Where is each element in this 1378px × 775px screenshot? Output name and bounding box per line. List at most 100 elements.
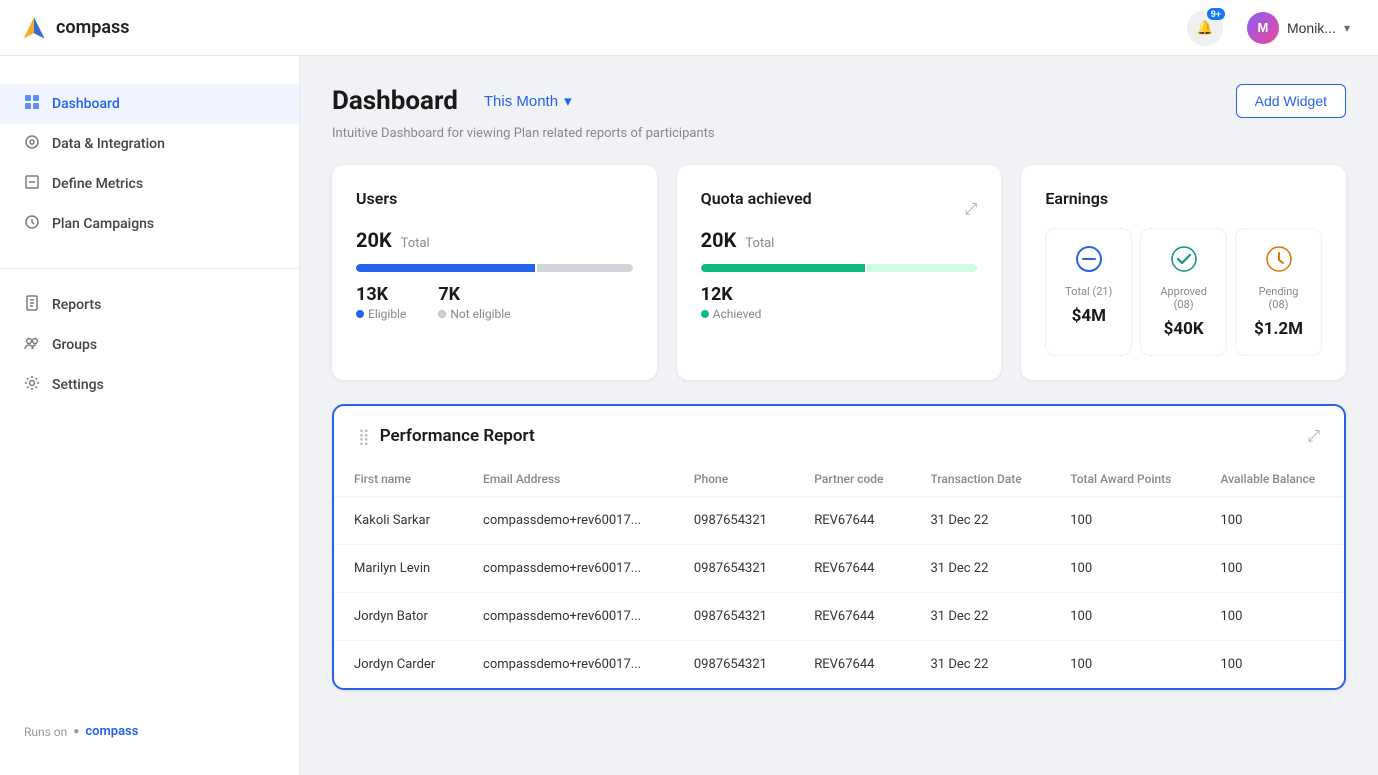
cell-first_name: Marilyn Levin — [334, 545, 463, 593]
achieved-label: Achieved — [701, 307, 762, 321]
define-metrics-icon — [24, 174, 40, 194]
pending-amount: $1.2M — [1248, 319, 1309, 339]
cell-first_name: Kakoli Sarkar — [334, 497, 463, 545]
sidebar-item-label: Dashboard — [52, 96, 120, 112]
cell-balance: 100 — [1200, 545, 1344, 593]
not-eligible-bar — [537, 264, 633, 272]
eligible-dot — [356, 310, 364, 318]
stat-cards-row: Users 20K Total 13K Eligible — [332, 165, 1346, 380]
table-row: Jordyn Cardercompassdemo+rev60017...0987… — [334, 641, 1344, 689]
quota-card-title: Quota achieved — [701, 189, 812, 208]
total-label: Total (21) — [1058, 285, 1119, 298]
dashboard-icon — [24, 94, 40, 114]
earnings-total-item: Total (21) $4M — [1045, 228, 1132, 356]
users-card-title: Users — [356, 189, 633, 208]
perf-title-row: ⣿ Performance Report — [358, 426, 535, 446]
sidebar-section-main: Dashboard Data & Integration Define Metr… — [0, 76, 299, 260]
plan-campaigns-icon — [24, 214, 40, 234]
cell-first_name: Jordyn Carder — [334, 641, 463, 689]
page-title: Dashboard — [332, 86, 458, 116]
logo: compass — [20, 14, 130, 42]
earnings-card: Earnings Total (21) $4M — [1021, 165, 1346, 380]
chevron-down-icon: ▾ — [1344, 21, 1350, 35]
add-widget-button[interactable]: Add Widget — [1236, 84, 1346, 118]
data-integration-icon — [24, 134, 40, 154]
col-balance: Available Balance — [1200, 462, 1344, 497]
not-eligible-num: 7K — [438, 284, 510, 305]
performance-table: First name Email Address Phone Partner c… — [334, 462, 1344, 688]
expand-table-icon[interactable]: ⤢ — [1307, 426, 1320, 446]
quota-total-label: Total — [745, 236, 774, 251]
col-email: Email Address — [463, 462, 674, 497]
app-header: compass 🔔 9+ M Monik... ▾ — [0, 0, 1378, 56]
performance-report-card: ⣿ Performance Report ⤢ First name Email … — [332, 404, 1346, 690]
cell-email: compassdemo+rev60017... — [463, 593, 674, 641]
sidebar-item-dashboard[interactable]: Dashboard — [0, 84, 299, 124]
users-total: 20K — [356, 228, 392, 252]
achieved-bar — [701, 264, 866, 272]
cell-phone: 0987654321 — [674, 497, 794, 545]
sidebar-item-label: Settings — [52, 377, 104, 393]
not-eligible-dot — [438, 310, 446, 318]
total-amount: $4M — [1058, 306, 1119, 326]
users-total-label: Total — [401, 236, 430, 251]
page-header: Dashboard This Month ▾ Add Widget — [332, 84, 1346, 118]
eligible-label: Eligible — [356, 307, 406, 321]
sidebar-item-reports[interactable]: Reports — [0, 285, 299, 325]
user-name: Monik... — [1287, 20, 1336, 36]
performance-table-wrap: First name Email Address Phone Partner c… — [334, 462, 1344, 688]
pending-icon — [1248, 245, 1309, 279]
user-menu-button[interactable]: M Monik... ▾ — [1239, 8, 1358, 48]
main-content: Dashboard This Month ▾ Add Widget Intuit… — [300, 56, 1378, 775]
sidebar-footer: Runs on ● compass — [0, 708, 299, 755]
drag-handle-icon: ⣿ — [358, 427, 370, 446]
table-body: Kakoli Sarkarcompassdemo+rev60017...0987… — [334, 497, 1344, 689]
sidebar-item-settings[interactable]: Settings — [0, 365, 299, 405]
achieved-stat: 12K Achieved — [701, 284, 762, 321]
cell-email: compassdemo+rev60017... — [463, 497, 674, 545]
sidebar-item-groups[interactable]: Groups — [0, 325, 299, 365]
achieved-dot — [701, 310, 709, 318]
sidebar-item-label: Reports — [52, 297, 101, 313]
cell-phone: 0987654321 — [674, 641, 794, 689]
eligible-bar — [356, 264, 535, 272]
not-eligible-stat: 7K Not eligible — [438, 284, 510, 321]
cell-tx_date: 31 Dec 22 — [911, 641, 1051, 689]
cell-balance: 100 — [1200, 641, 1344, 689]
earnings-approved-item: Approved (08) $40K — [1140, 228, 1227, 356]
achieved-num: 12K — [701, 284, 762, 305]
sidebar: Dashboard Data & Integration Define Metr… — [0, 56, 300, 775]
sidebar-item-label: Define Metrics — [52, 176, 143, 192]
quota-card-header: Quota achieved ⤢ — [701, 189, 978, 228]
cell-award_points: 100 — [1050, 593, 1200, 641]
expand-icon[interactable]: ⤢ — [965, 199, 978, 219]
cell-partner_code: REV67644 — [794, 497, 910, 545]
quota-total: 20K — [701, 228, 737, 252]
settings-icon — [24, 375, 40, 395]
notifications-button[interactable]: 🔔 9+ — [1187, 10, 1223, 46]
sidebar-item-data-integration[interactable]: Data & Integration — [0, 124, 299, 164]
earnings-pending-item: Pending (08) $1.2M — [1235, 228, 1322, 356]
performance-report-title: Performance Report — [380, 426, 535, 446]
sidebar-section-secondary: Reports Groups Settings — [0, 268, 299, 421]
cell-balance: 100 — [1200, 593, 1344, 641]
cell-email: compassdemo+rev60017... — [463, 641, 674, 689]
sidebar-item-define-metrics[interactable]: Define Metrics — [0, 164, 299, 204]
pending-label: Pending (08) — [1248, 285, 1309, 311]
runs-on: Runs on ● compass — [24, 724, 275, 739]
groups-icon — [24, 335, 40, 355]
logo-text: compass — [56, 17, 130, 38]
col-first-name: First name — [334, 462, 463, 497]
cell-phone: 0987654321 — [674, 593, 794, 641]
earnings-grid: Total (21) $4M Approved (08) $40K — [1045, 228, 1322, 356]
cell-email: compassdemo+rev60017... — [463, 545, 674, 593]
cell-award_points: 100 — [1050, 497, 1200, 545]
table-row: Jordyn Batorcompassdemo+rev60017...09876… — [334, 593, 1344, 641]
not-eligible-label: Not eligible — [438, 307, 510, 321]
sidebar-item-label: Groups — [52, 337, 97, 353]
cell-first_name: Jordyn Bator — [334, 593, 463, 641]
cell-award_points: 100 — [1050, 545, 1200, 593]
time-filter-button[interactable]: This Month ▾ — [474, 88, 582, 114]
approved-icon — [1153, 245, 1214, 279]
sidebar-item-plan-campaigns[interactable]: Plan Campaigns — [0, 204, 299, 244]
